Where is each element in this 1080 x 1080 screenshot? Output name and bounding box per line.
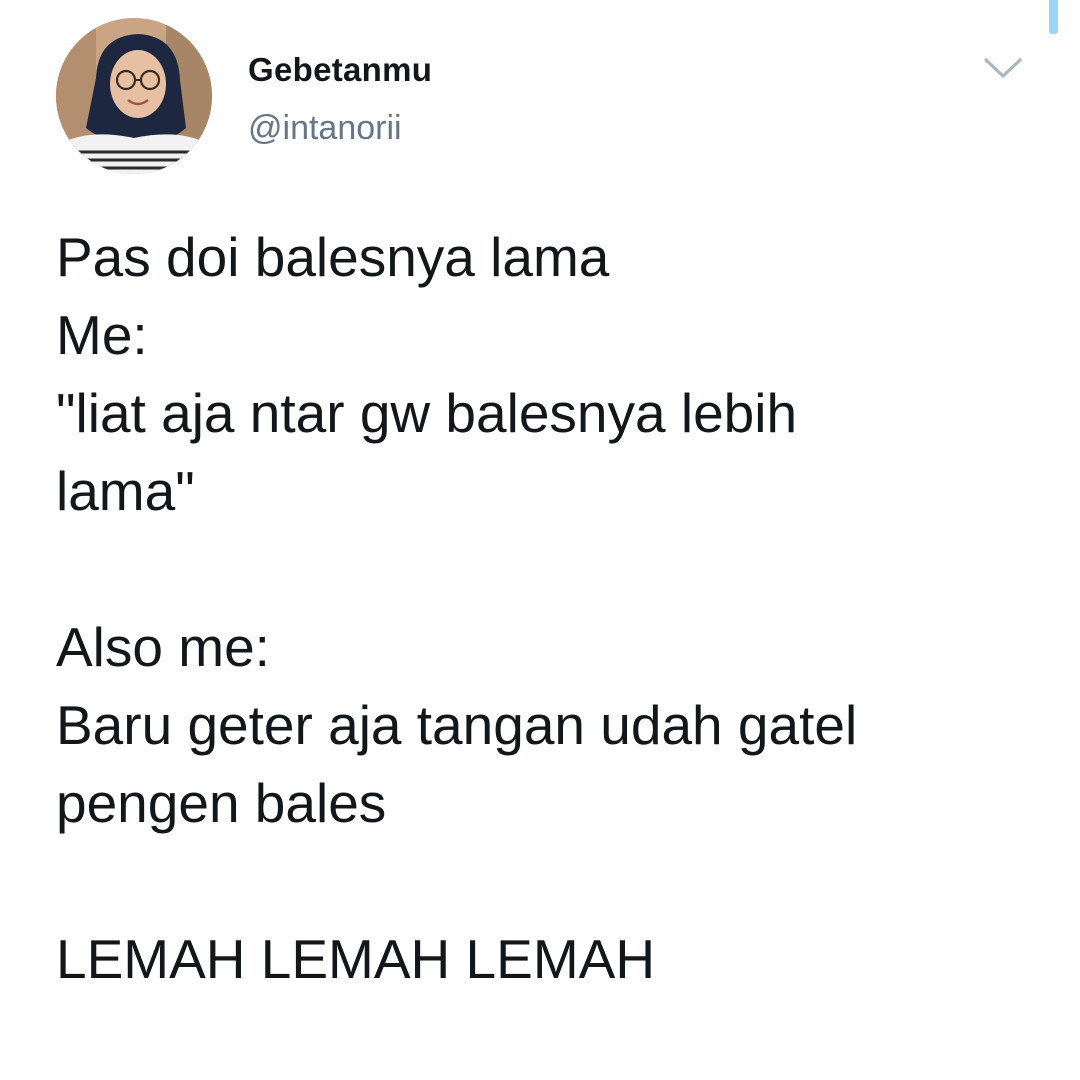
tweet-text: Pas doi balesnya lama Me: "liat aja ntar… xyxy=(56,218,1016,998)
avatar-photo xyxy=(56,18,212,174)
tweet-text-line: Baru geter aja tangan udah gatel xyxy=(56,694,858,756)
tweet-text-line: Pas doi balesnya lama xyxy=(56,226,610,288)
tweet-text-line: pengen bales xyxy=(56,772,387,834)
display-name[interactable]: Gebetanmu xyxy=(248,50,432,90)
tweet-text-line: "liat aja ntar gw balesnya lebih xyxy=(56,382,798,444)
chevron-down-icon[interactable] xyxy=(980,52,1026,82)
tweet-text-blank-line xyxy=(56,842,1016,920)
tweet-text-line: LEMAH LEMAH LEMAH xyxy=(56,928,656,990)
tweet-text-line: lama" xyxy=(56,460,195,522)
avatar[interactable] xyxy=(56,18,212,174)
tweet-text-line: Also me: xyxy=(56,616,270,678)
user-handle[interactable]: @intanorii xyxy=(248,108,432,148)
user-info: Gebetanmu @intanorii xyxy=(248,50,432,148)
scroll-indicator xyxy=(1049,0,1058,34)
tweet-text-blank-line xyxy=(56,530,1016,608)
tweet-header: Gebetanmu @intanorii xyxy=(56,18,1036,178)
tweet-text-line: Me: xyxy=(56,304,148,366)
